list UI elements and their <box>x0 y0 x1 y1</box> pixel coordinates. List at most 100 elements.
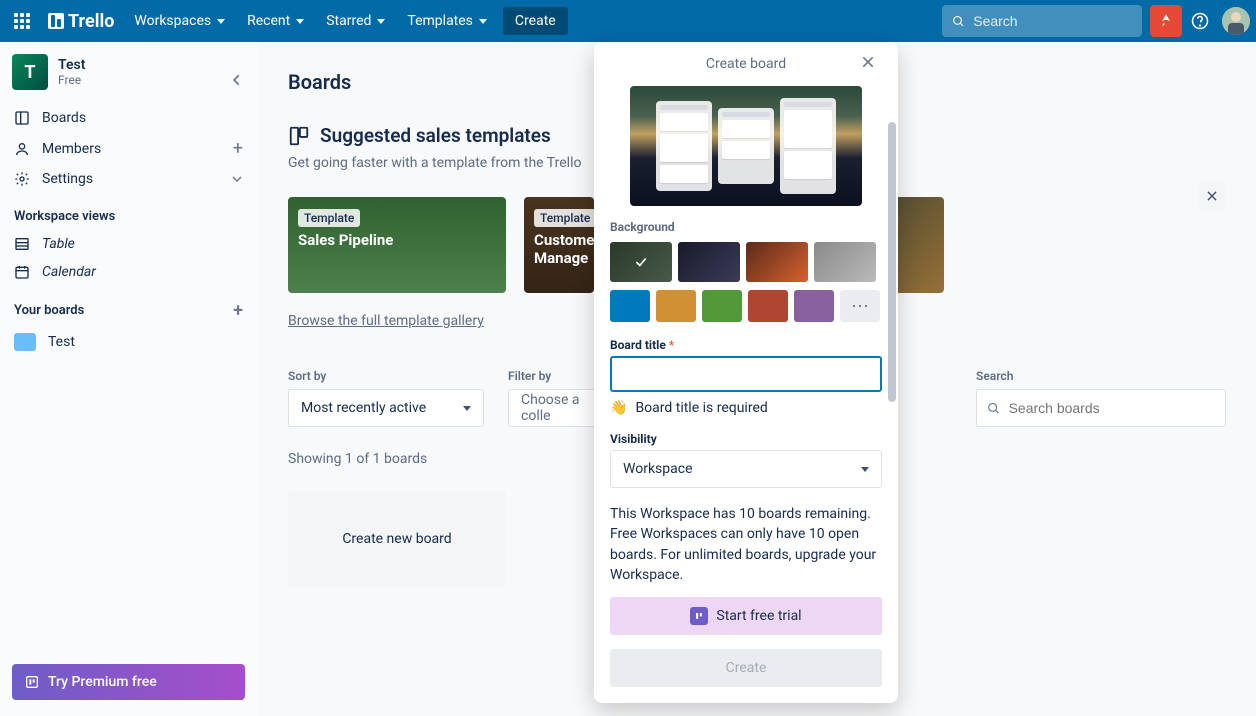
required-indicator: * <box>666 338 674 352</box>
boards-search-input[interactable] <box>1009 400 1215 416</box>
nav-recent-label: Recent <box>247 13 290 29</box>
chevron-left-icon <box>230 73 244 87</box>
sidebar-item-label: Table <box>42 236 75 252</box>
bg-option-image-1[interactable] <box>610 242 672 282</box>
sidebar-item-table[interactable]: Table <box>0 230 257 258</box>
scrollbar-thumb[interactable] <box>888 122 896 402</box>
template-title: Customer Manage <box>534 231 584 267</box>
workspace-plan: Free <box>58 73 85 87</box>
sidebar-item-label: Boards <box>42 110 86 126</box>
nav-starred-label: Starred <box>326 13 371 29</box>
premium-icon <box>24 674 40 690</box>
template-title: Sales Pipeline <box>298 231 496 249</box>
create-new-board-tile[interactable]: Create new board <box>288 491 506 587</box>
template-tag: Template <box>298 209 360 227</box>
boards-search-group: Search <box>976 369 1226 427</box>
your-boards-header: Your boards + <box>0 286 257 327</box>
avatar-image <box>1222 7 1250 35</box>
trello-logo-link[interactable]: Trello <box>40 11 122 32</box>
sort-by-label: Sort by <box>288 369 484 383</box>
start-free-trial-button[interactable]: Start free trial <box>610 597 882 635</box>
global-search[interactable] <box>942 5 1142 37</box>
chevron-down-icon <box>296 19 304 24</box>
bg-option-green[interactable] <box>702 290 742 322</box>
premium-icon <box>690 607 708 625</box>
browse-templates-link[interactable]: Browse the full template gallery <box>288 313 484 329</box>
check-icon <box>634 255 648 269</box>
trello-logo-icon <box>48 13 64 29</box>
help-button[interactable] <box>1184 5 1216 37</box>
wave-emoji-icon: 👋 <box>610 400 627 416</box>
bg-option-blue[interactable] <box>610 290 650 322</box>
template-tag: Template <box>534 209 594 227</box>
board-title-input[interactable] <box>610 356 882 392</box>
top-nav: Trello Workspaces Recent Starred Templat… <box>0 0 1256 42</box>
sort-by-select[interactable]: Most recently active <box>288 389 484 427</box>
user-avatar[interactable] <box>1222 7 1250 35</box>
sidebar-board-test[interactable]: Test <box>0 327 257 357</box>
sidebar-item-calendar[interactable]: Calendar <box>0 258 257 286</box>
brand-name: Trello <box>68 11 114 32</box>
chevron-down-icon <box>377 19 385 24</box>
calendar-icon <box>14 264 30 280</box>
template-card[interactable]: Template Customer Manage <box>524 197 594 293</box>
filter-by-label: Filter by <box>508 369 608 383</box>
filter-by-select[interactable]: Choose a colle <box>508 389 608 427</box>
dismiss-suggestions-button[interactable] <box>1198 182 1226 210</box>
visibility-select[interactable]: Workspace <box>610 450 882 488</box>
create-board-submit-button[interactable]: Create <box>610 649 882 687</box>
bg-option-orange[interactable] <box>656 290 696 322</box>
chevron-down-icon <box>231 173 243 185</box>
apps-switcher-button[interactable] <box>6 5 38 37</box>
bg-option-image-4[interactable] <box>814 242 876 282</box>
nav-workspaces-dropdown[interactable]: Workspaces <box>124 7 235 35</box>
filter-by-group: Filter by Choose a colle <box>508 369 608 427</box>
sidebar-item-boards[interactable]: Boards <box>0 104 257 132</box>
visibility-label: Visibility <box>610 432 882 446</box>
workspace-header[interactable]: T Test Free <box>0 42 257 102</box>
create-button[interactable]: Create <box>503 7 568 35</box>
board-title-label: Board title * <box>610 338 882 352</box>
search-icon <box>987 401 1001 416</box>
bg-option-more[interactable]: ⋯ <box>840 290 880 322</box>
chevron-down-icon <box>479 19 487 24</box>
notifications-button[interactable] <box>1150 5 1182 37</box>
sidebar-item-members[interactable]: Members + <box>0 132 257 165</box>
popover-close-button[interactable] <box>860 54 882 76</box>
sidebar: T Test Free Boards Members + Settings <box>0 42 258 716</box>
background-image-row <box>610 242 882 282</box>
background-color-row: ⋯ <box>610 290 882 322</box>
sidebar-item-label: Settings <box>42 171 93 187</box>
rocket-icon <box>1158 13 1174 29</box>
boards-search-box[interactable] <box>976 389 1226 427</box>
board-color-swatch <box>14 333 36 351</box>
nav-templates-label: Templates <box>407 13 473 29</box>
bg-option-image-2[interactable] <box>678 242 740 282</box>
try-premium-button[interactable]: Try Premium free <box>12 664 245 700</box>
bg-option-red[interactable] <box>748 290 788 322</box>
workspace-name: Test <box>58 57 85 73</box>
nav-recent-dropdown[interactable]: Recent <box>237 7 314 35</box>
sidebar-item-settings[interactable]: Settings <box>0 165 257 193</box>
sort-by-group: Sort by Most recently active <box>288 369 484 427</box>
chevron-down-icon <box>217 19 225 24</box>
nav-starred-dropdown[interactable]: Starred <box>316 7 395 35</box>
help-icon <box>1191 12 1209 30</box>
template-icon <box>288 125 310 147</box>
board-preview <box>630 86 862 206</box>
nav-templates-dropdown[interactable]: Templates <box>397 7 497 35</box>
apps-grid-icon <box>14 13 30 29</box>
bg-option-image-3[interactable] <box>746 242 808 282</box>
board-icon <box>14 110 30 126</box>
sidebar-item-label: Test <box>48 334 75 350</box>
template-card[interactable]: Template Sales Pipeline <box>288 197 506 293</box>
workspace-badge: T <box>12 54 48 90</box>
add-board-button[interactable]: + <box>233 300 243 321</box>
bg-option-purple[interactable] <box>794 290 834 322</box>
sidebar-collapse-button[interactable] <box>225 68 249 92</box>
gear-icon <box>14 171 30 187</box>
workspace-views-header: Workspace views <box>0 195 257 230</box>
add-member-icon[interactable]: + <box>233 138 243 159</box>
popover-header: Create board <box>610 42 882 86</box>
global-search-input[interactable] <box>973 13 1132 29</box>
